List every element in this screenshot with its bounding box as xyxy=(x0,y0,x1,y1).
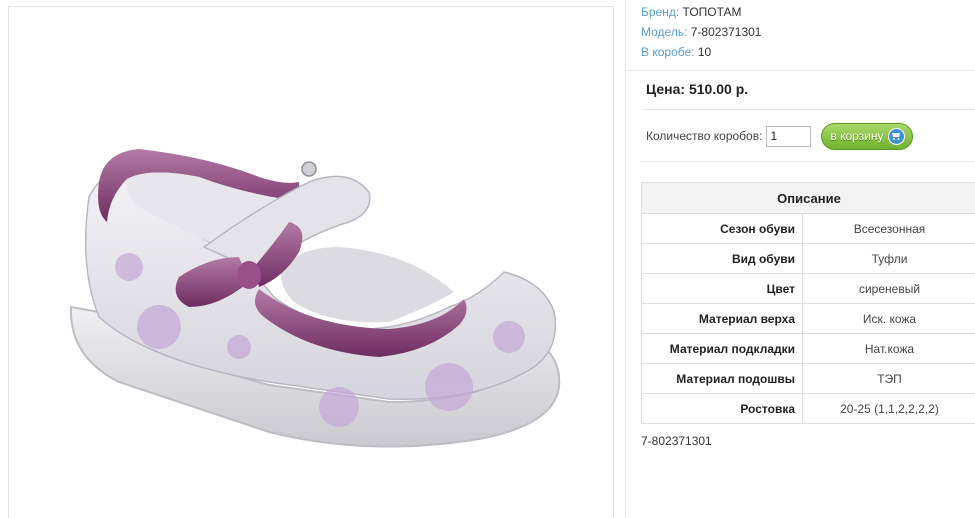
spec-value: Иск. кожа xyxy=(802,303,975,334)
sku-footer: 7-802371301 xyxy=(641,434,712,448)
column-divider xyxy=(625,0,626,518)
brand-row: Бренд: ТОПОТАМ xyxy=(641,2,761,22)
table-row: Ростовка 20-25 (1,1,2,2,2,2) xyxy=(641,393,975,424)
spec-key: Материал верха xyxy=(641,303,803,334)
spec-value: Всесезонная xyxy=(802,213,975,244)
spec-key: Вид обуви xyxy=(641,243,803,274)
quantity-label: Количество коробов: xyxy=(646,129,763,143)
box-row: В коробе: 10 xyxy=(641,42,761,62)
model-value: 7-802371301 xyxy=(690,25,762,39)
spec-value: Туфли xyxy=(802,243,975,274)
table-row: Вид обуви Туфли xyxy=(641,243,975,274)
box-label: В коробе: xyxy=(641,45,695,59)
divider-after-price xyxy=(641,109,975,110)
spec-key: Цвет xyxy=(641,273,803,304)
cart-icon xyxy=(887,127,905,145)
box-value: 10 xyxy=(697,45,712,59)
spec-table: Описание Сезон обуви Всесезонная Вид обу… xyxy=(641,182,975,424)
spec-value: Нат.кожа xyxy=(802,333,975,364)
price: Цена: 510.00 р. xyxy=(646,81,749,97)
model-row: Модель: 7-802371301 xyxy=(641,22,761,42)
table-row: Цвет сиреневый xyxy=(641,273,975,304)
spec-value: сиреневый xyxy=(802,273,975,304)
divider-after-quantity xyxy=(641,161,975,162)
model-label: Модель: xyxy=(641,25,688,39)
spec-key: Сезон обуви xyxy=(641,213,803,244)
brand-label: Бренд: xyxy=(641,5,680,19)
quantity-input[interactable] xyxy=(766,125,812,147)
table-row: Материал верха Иск. кожа xyxy=(641,303,975,334)
divider-after-meta xyxy=(626,70,975,71)
quantity-row: Количество коробов: в корзину xyxy=(646,121,914,151)
add-to-cart-button[interactable]: в корзину xyxy=(821,122,914,150)
product-meta: Бренд: ТОПОТАМ Модель: 7-802371301 В кор… xyxy=(641,2,761,62)
shoe-image xyxy=(69,149,561,448)
table-row: Материал подкладки Нат.кожа xyxy=(641,333,975,364)
table-row: Материал подошвы ТЭП xyxy=(641,363,975,394)
spec-key: Ростовка xyxy=(641,393,803,424)
product-image-frame[interactable] xyxy=(8,6,614,518)
add-to-cart-label: в корзину xyxy=(830,129,884,143)
spec-table-header-row: Описание xyxy=(641,182,975,214)
spec-value: 20-25 (1,1,2,2,2,2) xyxy=(802,393,975,424)
spec-key: Материал подошвы xyxy=(641,363,803,394)
table-row: Сезон обуви Всесезонная xyxy=(641,213,975,244)
spec-value: ТЭП xyxy=(802,363,975,394)
spec-table-title: Описание xyxy=(641,182,975,214)
spec-key: Материал подкладки xyxy=(641,333,803,364)
brand-value: ТОПОТАМ xyxy=(682,5,742,19)
